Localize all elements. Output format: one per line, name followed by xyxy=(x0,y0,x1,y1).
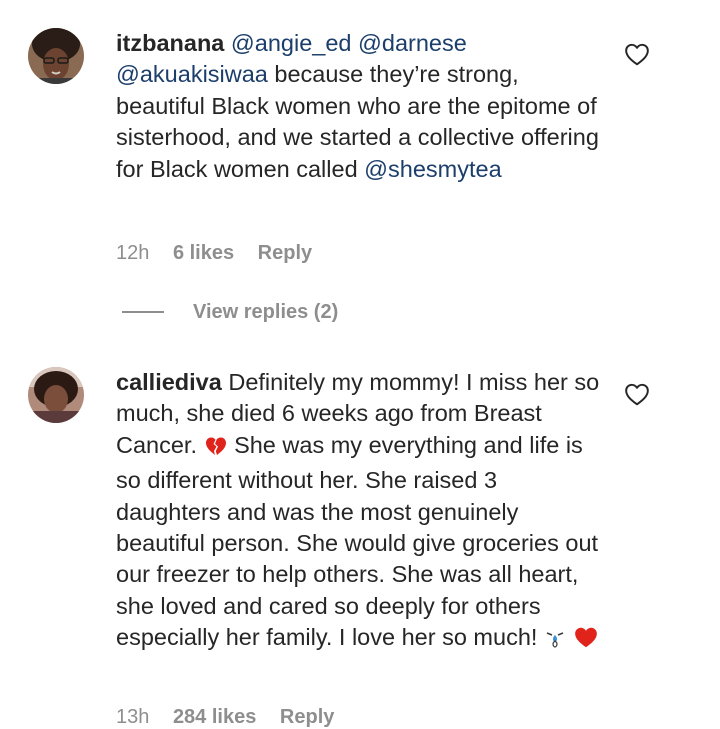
avatar[interactable] xyxy=(28,367,84,423)
like-heart-icon[interactable] xyxy=(624,42,650,66)
reply-button[interactable]: Reply xyxy=(258,242,312,264)
comment-text: calliediva Definitely my mommy! I miss h… xyxy=(116,367,606,658)
divider-line xyxy=(122,311,164,313)
comment-meta: 12h 6 likes Reply xyxy=(116,242,330,265)
red-heart-icon xyxy=(573,625,599,657)
comment-time: 13h xyxy=(116,706,150,728)
mention-link[interactable]: @angie_ed xyxy=(231,30,352,56)
likes-count[interactable]: 284 likes xyxy=(173,706,256,728)
mention-link[interactable]: @shesmytea xyxy=(364,156,502,182)
mention-link[interactable]: @akuakisiwaa xyxy=(116,61,268,87)
like-heart-icon[interactable] xyxy=(624,382,650,406)
broken-heart-icon xyxy=(204,434,228,465)
view-replies-button[interactable]: View replies (2) xyxy=(122,298,338,326)
comment-username[interactable]: itzbanana xyxy=(116,30,224,56)
mention-link[interactable]: @darnese xyxy=(358,30,467,56)
comment-time: 12h xyxy=(116,242,150,264)
avatar[interactable] xyxy=(28,28,84,84)
comment-meta: 13h 284 likes Reply xyxy=(116,706,352,729)
likes-count[interactable]: 6 likes xyxy=(173,242,234,264)
comment-username[interactable]: calliediva xyxy=(116,369,222,395)
reply-button[interactable]: Reply xyxy=(280,706,334,728)
comment-body-part2: She was my everything and life is so dif… xyxy=(116,431,599,651)
comment-text: itzbanana @angie_ed @darnese @akuakisiwa… xyxy=(116,28,606,185)
crying-tear-icon xyxy=(544,626,566,657)
view-replies-label: View replies (2) xyxy=(193,300,339,323)
